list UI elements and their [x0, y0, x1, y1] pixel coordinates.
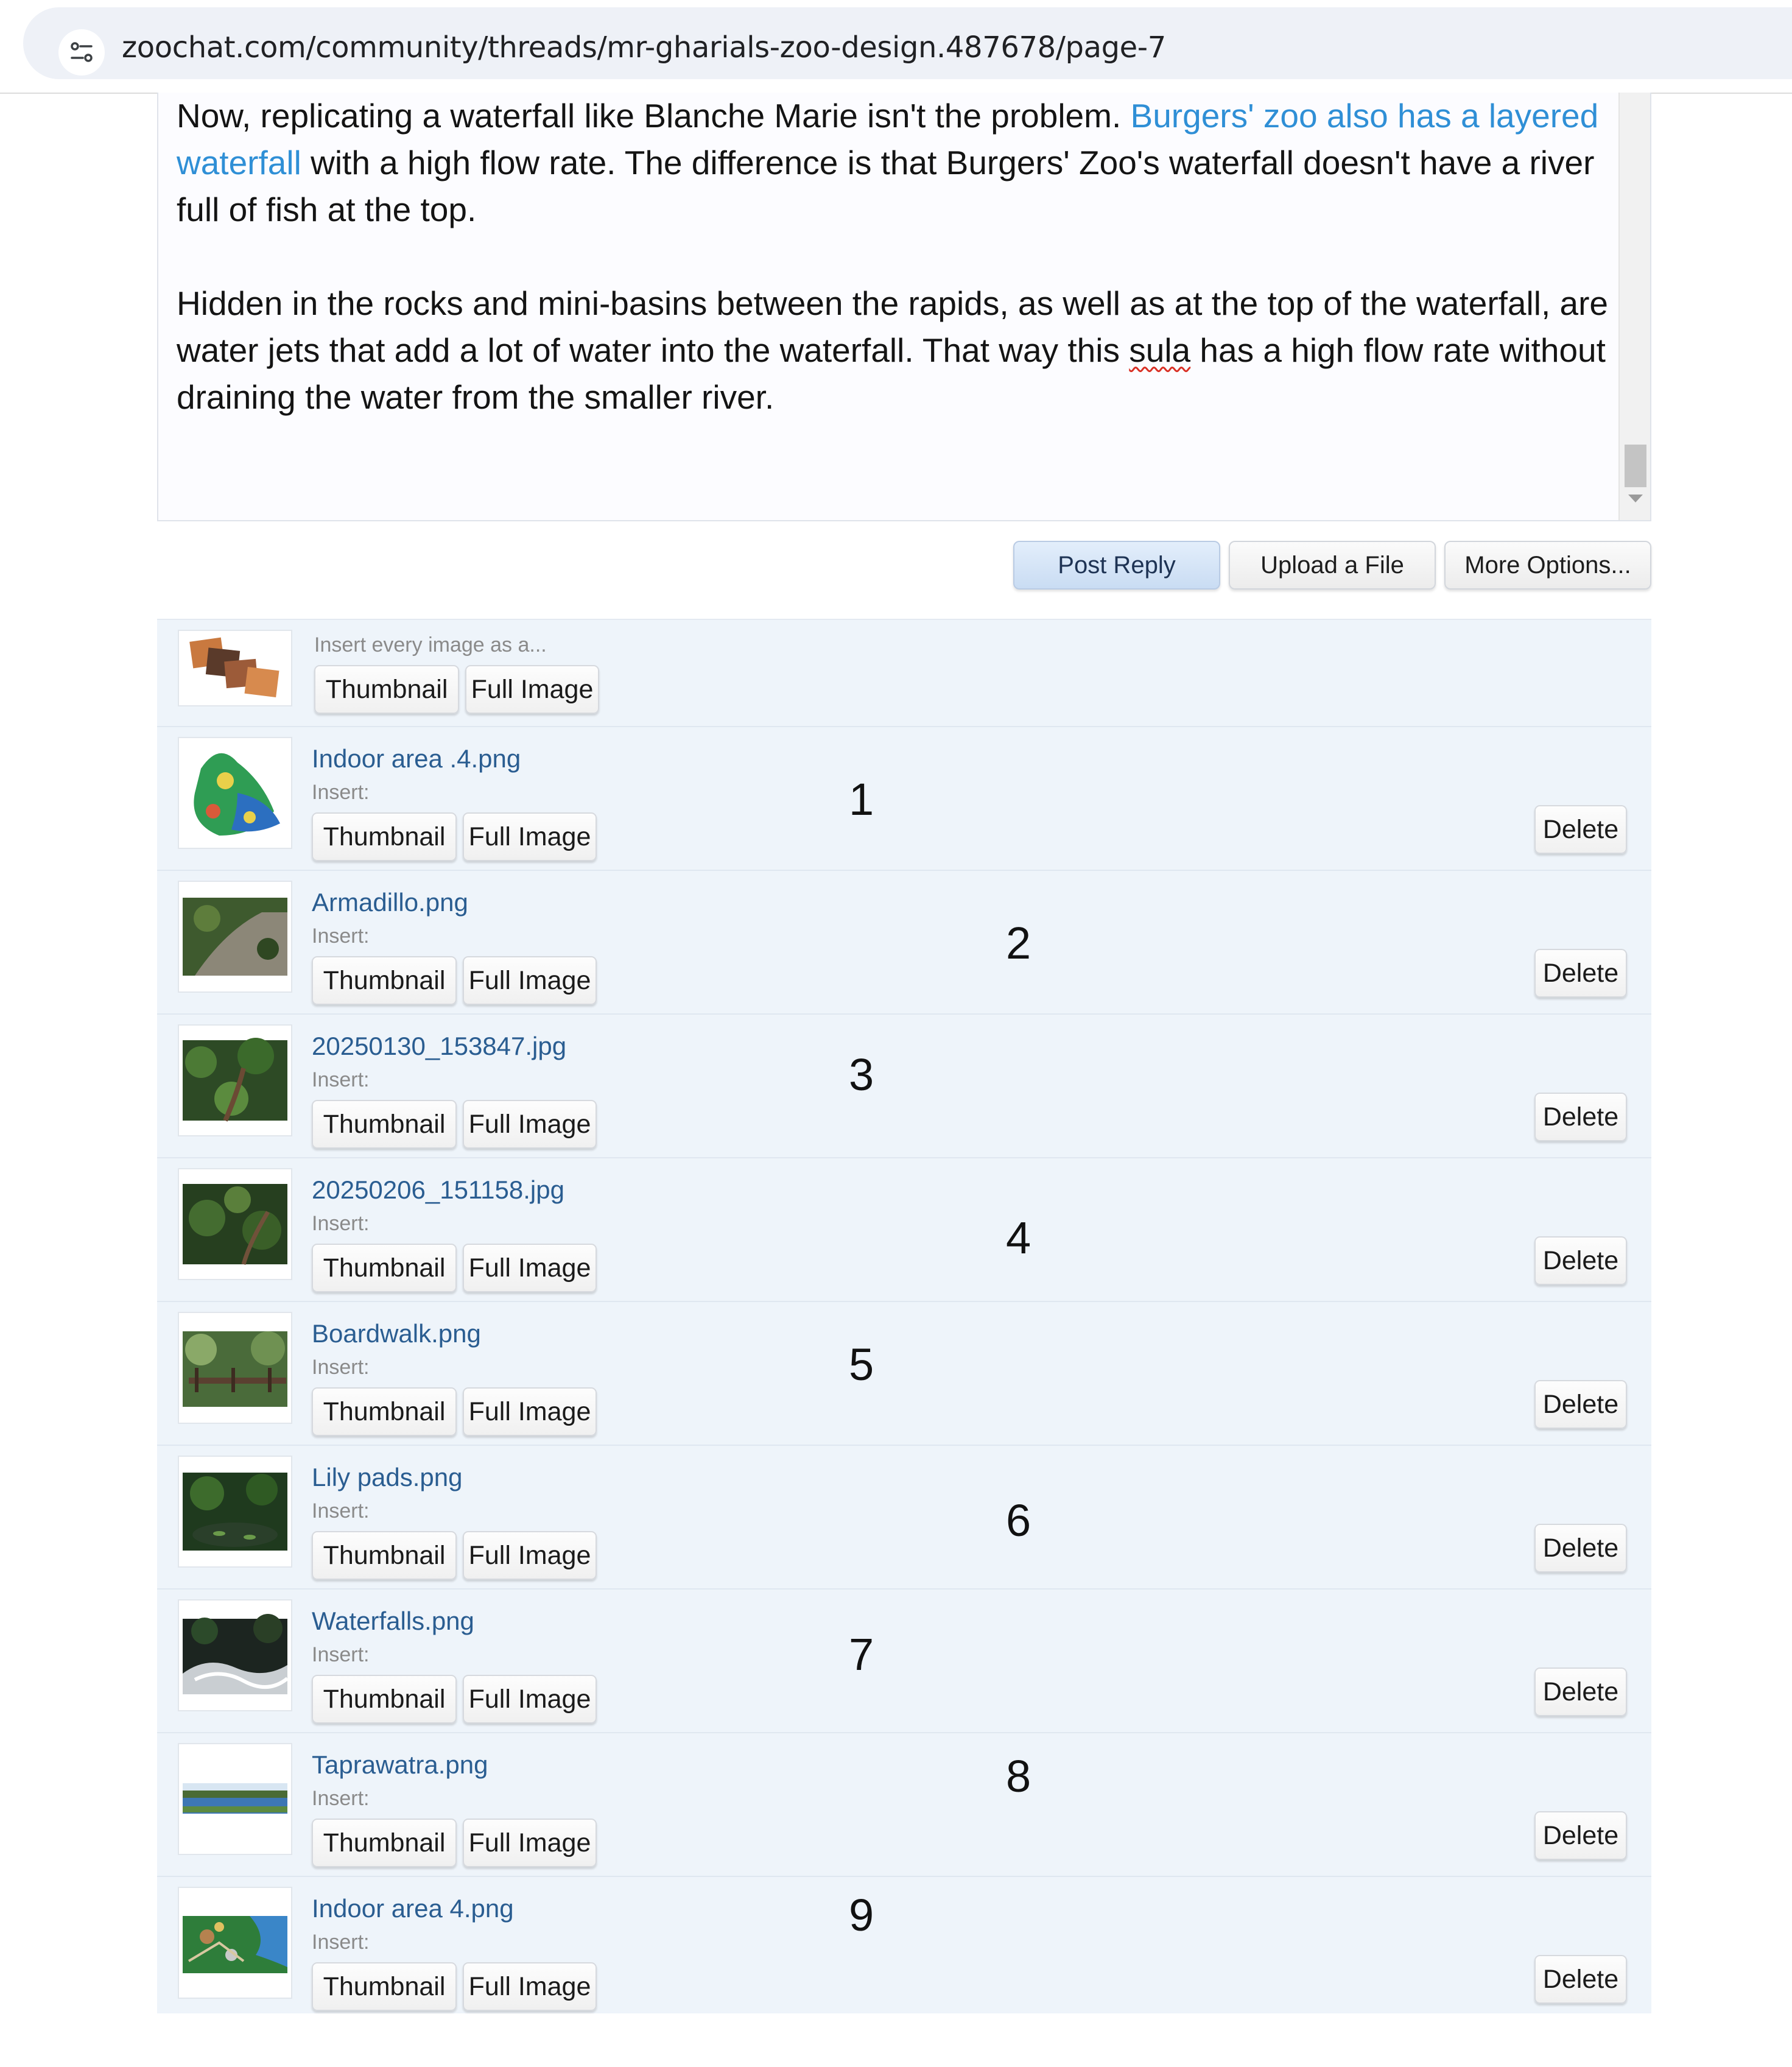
insert-label: Insert:	[312, 781, 370, 804]
post-reply-button[interactable]: Post Reply	[1013, 541, 1220, 590]
attachment-file-link[interactable]: Indoor area .4.png	[312, 744, 521, 773]
attachment-file-link[interactable]: Boardwalk.png	[312, 1319, 481, 1348]
stacked-images-icon	[178, 630, 292, 706]
message-editor[interactable]: Now, replicating a waterfall like Blanch…	[157, 93, 1651, 521]
waterfall-photo-thumbnail[interactable]	[178, 1599, 292, 1711]
map-thumbnail[interactable]	[178, 737, 292, 849]
forest-photo-thumbnail[interactable]	[178, 1024, 292, 1136]
editor-text-segment: with a high flow rate. The difference is…	[177, 144, 1595, 228]
insert-label: Insert:	[312, 924, 370, 948]
delete-button[interactable]: Delete	[1534, 1811, 1627, 1860]
full-image-button[interactable]: Full Image	[463, 1100, 597, 1149]
attachment-row: 20250206_151158.jpg Insert: Thumbnail Fu…	[157, 1158, 1651, 1302]
url-text: zoochat.com/community/threads/mr-gharial…	[122, 30, 1166, 65]
thumbnail-button[interactable]: Thumbnail	[312, 956, 457, 1005]
site-controls-icon[interactable]	[58, 29, 105, 76]
insert-all-full-image-button[interactable]: Full Image	[465, 665, 599, 714]
annotation-number: 7	[849, 1629, 874, 1680]
thumbnail-button[interactable]: Thumbnail	[312, 1819, 457, 1867]
browser-address-bar: zoochat.com/community/threads/mr-gharial…	[0, 0, 1792, 94]
insert-label: Insert:	[312, 1356, 370, 1379]
insert-label: Insert:	[312, 1212, 370, 1235]
insert-all-thumbnail-button[interactable]: Thumbnail	[314, 665, 459, 714]
full-image-button[interactable]: Full Image	[463, 1531, 597, 1580]
attachment-file-link[interactable]: Indoor area 4.png	[312, 1894, 514, 1923]
attachment-row: Boardwalk.png Insert: Thumbnail Full Ima…	[157, 1302, 1651, 1446]
attachment-row: Taprawatra.png Insert: Thumbnail Full Im…	[157, 1733, 1651, 1877]
thumbnail-button[interactable]: Thumbnail	[312, 812, 457, 861]
misspelled-word[interactable]: sula	[1129, 331, 1190, 369]
attachment-file-link[interactable]: Waterfalls.png	[312, 1607, 474, 1636]
indoor-map-thumbnail[interactable]	[178, 1887, 292, 1999]
attachment-row: Armadillo.png Insert: Thumbnail Full Ima…	[157, 871, 1651, 1015]
delete-button[interactable]: Delete	[1534, 805, 1627, 854]
attachment-file-link[interactable]: Armadillo.png	[312, 888, 468, 917]
more-options-button[interactable]: More Options...	[1444, 541, 1651, 590]
insert-label: Insert:	[312, 1068, 370, 1091]
editor-scrollbar[interactable]	[1618, 93, 1650, 520]
insert-all-label: Insert every image as a...	[314, 633, 547, 657]
delete-button[interactable]: Delete	[1534, 1955, 1627, 2004]
boardwalk-photo-thumbnail[interactable]	[178, 1312, 292, 1424]
attachment-file-link[interactable]: Lily pads.png	[312, 1463, 463, 1492]
url-field[interactable]: zoochat.com/community/threads/mr-gharial…	[23, 7, 1792, 79]
annotation-number: 1	[849, 774, 874, 825]
thumbnail-button[interactable]: Thumbnail	[312, 1387, 457, 1436]
attachment-row: Lily pads.png Insert: Thumbnail Full Ima…	[157, 1446, 1651, 1590]
thumbnail-button[interactable]: Thumbnail	[312, 1675, 457, 1724]
attachment-row: Indoor area .4.png Insert: Thumbnail Ful…	[157, 727, 1651, 871]
full-image-button[interactable]: Full Image	[463, 1819, 597, 1867]
delete-button[interactable]: Delete	[1534, 1380, 1627, 1429]
full-image-button[interactable]: Full Image	[463, 1675, 597, 1724]
scrollbar-thumb[interactable]	[1625, 445, 1646, 487]
insert-all-row: Insert every image as a... Thumbnail Ful…	[157, 620, 1651, 727]
annotation-number: 4	[1006, 1213, 1031, 1263]
attachment-file-link[interactable]: Taprawatra.png	[312, 1750, 488, 1780]
editor-paragraph-1: Now, replicating a waterfall like Blanch…	[177, 93, 1620, 233]
editor-paragraph-2: Hidden in the rocks and mini-basins betw…	[177, 280, 1620, 421]
thumbnail-button[interactable]: Thumbnail	[312, 1244, 457, 1292]
annotation-number: 9	[849, 1890, 874, 1940]
annotation-number: 6	[1006, 1495, 1031, 1546]
upload-file-button[interactable]: Upload a File	[1229, 541, 1436, 590]
attachment-file-link[interactable]: 20250130_153847.jpg	[312, 1032, 566, 1061]
editor-text-segment: Now, replicating a waterfall like Blanch…	[177, 97, 1131, 135]
delete-button[interactable]: Delete	[1534, 1524, 1627, 1572]
scroll-down-arrow-icon[interactable]	[1628, 495, 1643, 502]
full-image-button[interactable]: Full Image	[463, 1962, 597, 2011]
insert-label: Insert:	[312, 1787, 370, 1810]
annotation-number: 5	[849, 1339, 874, 1390]
insert-label: Insert:	[312, 1931, 370, 1954]
delete-button[interactable]: Delete	[1534, 949, 1627, 998]
full-image-button[interactable]: Full Image	[463, 1244, 597, 1292]
full-image-button[interactable]: Full Image	[463, 1387, 597, 1436]
annotation-number: 8	[1006, 1751, 1031, 1801]
attachment-row: Waterfalls.png Insert: Thumbnail Full Im…	[157, 1590, 1651, 1733]
annotation-number: 2	[1006, 918, 1031, 968]
attachment-file-link[interactable]: 20250206_151158.jpg	[312, 1175, 564, 1205]
annotation-number: 3	[849, 1049, 874, 1100]
editor-content[interactable]: Now, replicating a waterfall like Blanch…	[177, 93, 1620, 421]
lake-photo-thumbnail[interactable]	[178, 1743, 292, 1855]
attachment-list: Insert every image as a... Thumbnail Ful…	[157, 619, 1651, 2013]
thumbnail-button[interactable]: Thumbnail	[312, 1100, 457, 1149]
path-photo-thumbnail[interactable]	[178, 881, 292, 993]
thumbnail-button[interactable]: Thumbnail	[312, 1531, 457, 1580]
pond-photo-thumbnail[interactable]	[178, 1456, 292, 1568]
insert-label: Insert:	[312, 1499, 370, 1523]
delete-button[interactable]: Delete	[1534, 1093, 1627, 1141]
forest-photo-thumbnail[interactable]	[178, 1168, 292, 1280]
delete-button[interactable]: Delete	[1534, 1236, 1627, 1285]
full-image-button[interactable]: Full Image	[463, 956, 597, 1005]
attachment-row: Indoor area 4.png Insert: Thumbnail Full…	[157, 1877, 1651, 2021]
thumbnail-button[interactable]: Thumbnail	[312, 1962, 457, 2011]
full-image-button[interactable]: Full Image	[463, 812, 597, 861]
attachment-row: 20250130_153847.jpg Insert: Thumbnail Fu…	[157, 1015, 1651, 1158]
delete-button[interactable]: Delete	[1534, 1667, 1627, 1716]
insert-label: Insert:	[312, 1643, 370, 1666]
